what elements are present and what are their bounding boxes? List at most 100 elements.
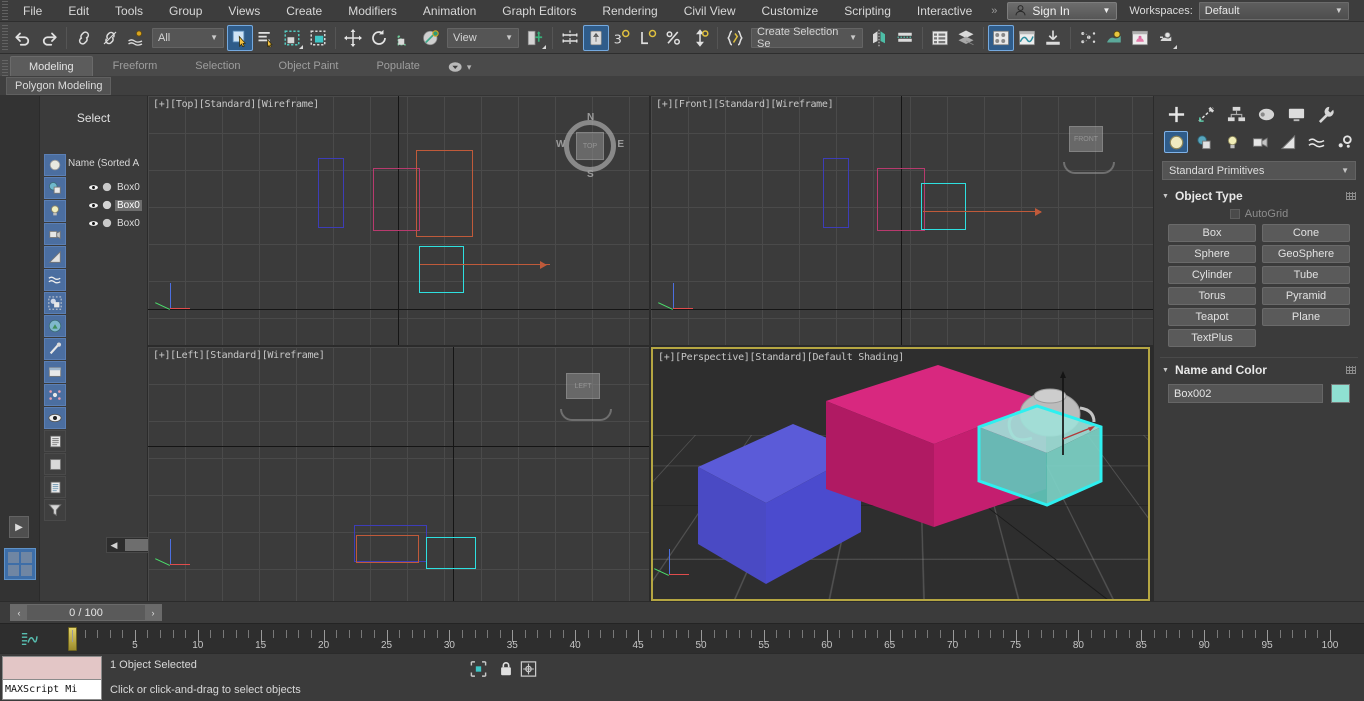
viewport-label-left[interactable]: [+][Left][Standard][Wireframe]: [153, 350, 325, 361]
ribbon-panel-polygon-modeling[interactable]: Polygon Modeling: [6, 76, 112, 95]
mirror-geometry-icon[interactable]: [866, 25, 892, 51]
utilities-tab-icon[interactable]: [1312, 102, 1340, 126]
viewport-label-perspective[interactable]: [+][Perspective][Standard][Default Shadi…: [658, 352, 904, 363]
menu-interactive[interactable]: Interactive: [904, 0, 985, 22]
menu-graph-editors[interactable]: Graph Editors: [489, 0, 589, 22]
wireframe-box-blue[interactable]: [318, 158, 344, 228]
viewport-front[interactable]: [+][Front][Standard][Wireframe] FRONT: [651, 96, 1153, 345]
align-icon[interactable]: [557, 25, 583, 51]
rendered-frame-icon[interactable]: [1127, 25, 1153, 51]
open-mini-curve-editor-icon[interactable]: [20, 631, 38, 652]
time-slider[interactable]: ‹ 0 / 100 ›: [10, 604, 162, 621]
helpers-filter-icon[interactable]: [44, 246, 66, 268]
selection-lock-toggle-icon[interactable]: [496, 660, 516, 678]
viewcube-face[interactable]: LEFT: [566, 373, 600, 399]
menu-scripting[interactable]: Scripting: [831, 0, 904, 22]
ribbon-tab-object-paint[interactable]: Object Paint: [261, 56, 357, 76]
menu-civil-view[interactable]: Civil View: [671, 0, 749, 22]
expand-panel-button[interactable]: ▶: [9, 516, 29, 538]
bind-space-warp-icon[interactable]: [123, 25, 149, 51]
lights-filter-icon[interactable]: [44, 200, 66, 222]
redo-icon[interactable]: [36, 25, 62, 51]
modify-tab-icon[interactable]: [1192, 102, 1220, 126]
spinner-snap-icon[interactable]: [635, 25, 661, 51]
layer-explorer-icon[interactable]: [953, 25, 979, 51]
space-warps-filter-icon[interactable]: [44, 269, 66, 291]
absolute-relative-transform-icon[interactable]: [518, 660, 538, 678]
create-sphere-button[interactable]: Sphere: [1168, 245, 1256, 263]
list-item[interactable]: Box0: [68, 196, 148, 214]
display-tab-icon[interactable]: [1282, 102, 1310, 126]
schematic-view-icon[interactable]: [1040, 25, 1066, 51]
ribbon-tab-populate[interactable]: Populate: [358, 56, 437, 76]
maxscript-listener-output[interactable]: [2, 656, 102, 680]
viewcube-arc[interactable]: [1063, 162, 1115, 174]
blank-panel-icon[interactable]: [44, 453, 66, 475]
menu-file[interactable]: File: [10, 0, 55, 22]
filter-funnel-icon[interactable]: [44, 499, 66, 521]
autogrid-checkbox[interactable]: AutoGrid: [1154, 206, 1364, 224]
maxscript-listener-input[interactable]: MAXScript Mi: [2, 680, 102, 700]
select-object-filter-icon[interactable]: [44, 154, 66, 176]
ribbon-tab-freeform[interactable]: Freeform: [95, 56, 176, 76]
percent-snap-icon[interactable]: [661, 25, 687, 51]
menu-grip[interactable]: [2, 0, 8, 24]
menu-modifiers[interactable]: Modifiers: [335, 0, 410, 22]
select-scale-icon[interactable]: [392, 25, 418, 51]
ribbon-tab-modeling[interactable]: Modeling: [10, 56, 93, 76]
eye-icon[interactable]: [88, 219, 99, 228]
rect-select-region-icon[interactable]: [279, 25, 305, 51]
curve-editor-icon[interactable]: [1014, 25, 1040, 51]
toolbar-grip[interactable]: [2, 24, 8, 51]
lights-icon[interactable]: [1220, 131, 1244, 153]
material-editor-icon[interactable]: [988, 24, 1014, 51]
viewcube-front[interactable]: FRONT: [1061, 116, 1125, 180]
particle-flow-icon[interactable]: [1075, 25, 1101, 51]
geometry-icon[interactable]: [1164, 131, 1188, 153]
manage-layers-icon[interactable]: [892, 25, 918, 51]
menu-overflow-icon[interactable]: »: [985, 5, 1003, 17]
select-move-icon[interactable]: [340, 25, 366, 51]
shapes-icon[interactable]: [1192, 131, 1216, 153]
create-textplus-button[interactable]: TextPlus: [1168, 329, 1256, 347]
selection-set-dropdown[interactable]: Create Selection Se ▼: [751, 26, 863, 50]
shapes-filter-icon[interactable]: [44, 177, 66, 199]
mirror-icon[interactable]: [583, 24, 609, 51]
selection-filter-dropdown[interactable]: All ▼: [152, 27, 224, 48]
create-cylinder-button[interactable]: Cylinder: [1168, 266, 1256, 284]
wireframe-box-orange[interactable]: [416, 150, 473, 237]
space-warps-icon[interactable]: [1304, 131, 1328, 153]
undo-icon[interactable]: [10, 25, 36, 51]
create-geosphere-button[interactable]: GeoSphere: [1262, 245, 1350, 263]
menu-group[interactable]: Group: [156, 0, 215, 22]
collapse-triangle-icon[interactable]: ▼: [1162, 193, 1169, 200]
named-selection-sets-icon[interactable]: [722, 25, 748, 51]
snaps-toggle-icon[interactable]: [418, 25, 444, 51]
viewcube-arc[interactable]: [560, 409, 612, 421]
window-crossing-icon[interactable]: [305, 25, 331, 51]
track-bar[interactable]: 5 10 15 20 25 30 35 40 45 50 55 60 65 70 75 80 85 90 95 100: [0, 623, 1364, 653]
wireframe-box-blue[interactable]: [823, 158, 849, 228]
bone-filter-icon[interactable]: [44, 338, 66, 360]
helpers-icon[interactable]: [1276, 131, 1300, 153]
scene-explorer-column-header[interactable]: Name (Sorted A: [68, 158, 148, 174]
cameras-icon[interactable]: [1248, 131, 1272, 153]
render-production-icon[interactable]: [1153, 25, 1179, 51]
menu-edit[interactable]: Edit: [55, 0, 102, 22]
wireframe-box-pink[interactable]: [373, 168, 420, 231]
motion-tab-icon[interactable]: [1252, 102, 1280, 126]
eye-icon[interactable]: [88, 201, 99, 210]
wireframe-box-selected[interactable]: [426, 537, 476, 569]
object-color-swatch[interactable]: [1331, 384, 1350, 403]
menu-tools[interactable]: Tools: [102, 0, 156, 22]
groups-filter-icon[interactable]: [44, 292, 66, 314]
select-by-name-icon[interactable]: [253, 25, 279, 51]
percent-snap2-icon[interactable]: [687, 25, 713, 51]
menu-animation[interactable]: Animation: [410, 0, 489, 22]
select-object-icon[interactable]: [227, 24, 253, 51]
list-item[interactable]: Box0: [68, 214, 148, 232]
angle-snap-icon[interactable]: 3: [609, 25, 635, 51]
viewcube-left[interactable]: LEFT: [558, 363, 622, 427]
menu-rendering[interactable]: Rendering: [589, 0, 670, 22]
viewcube-face[interactable]: TOP: [576, 132, 604, 160]
